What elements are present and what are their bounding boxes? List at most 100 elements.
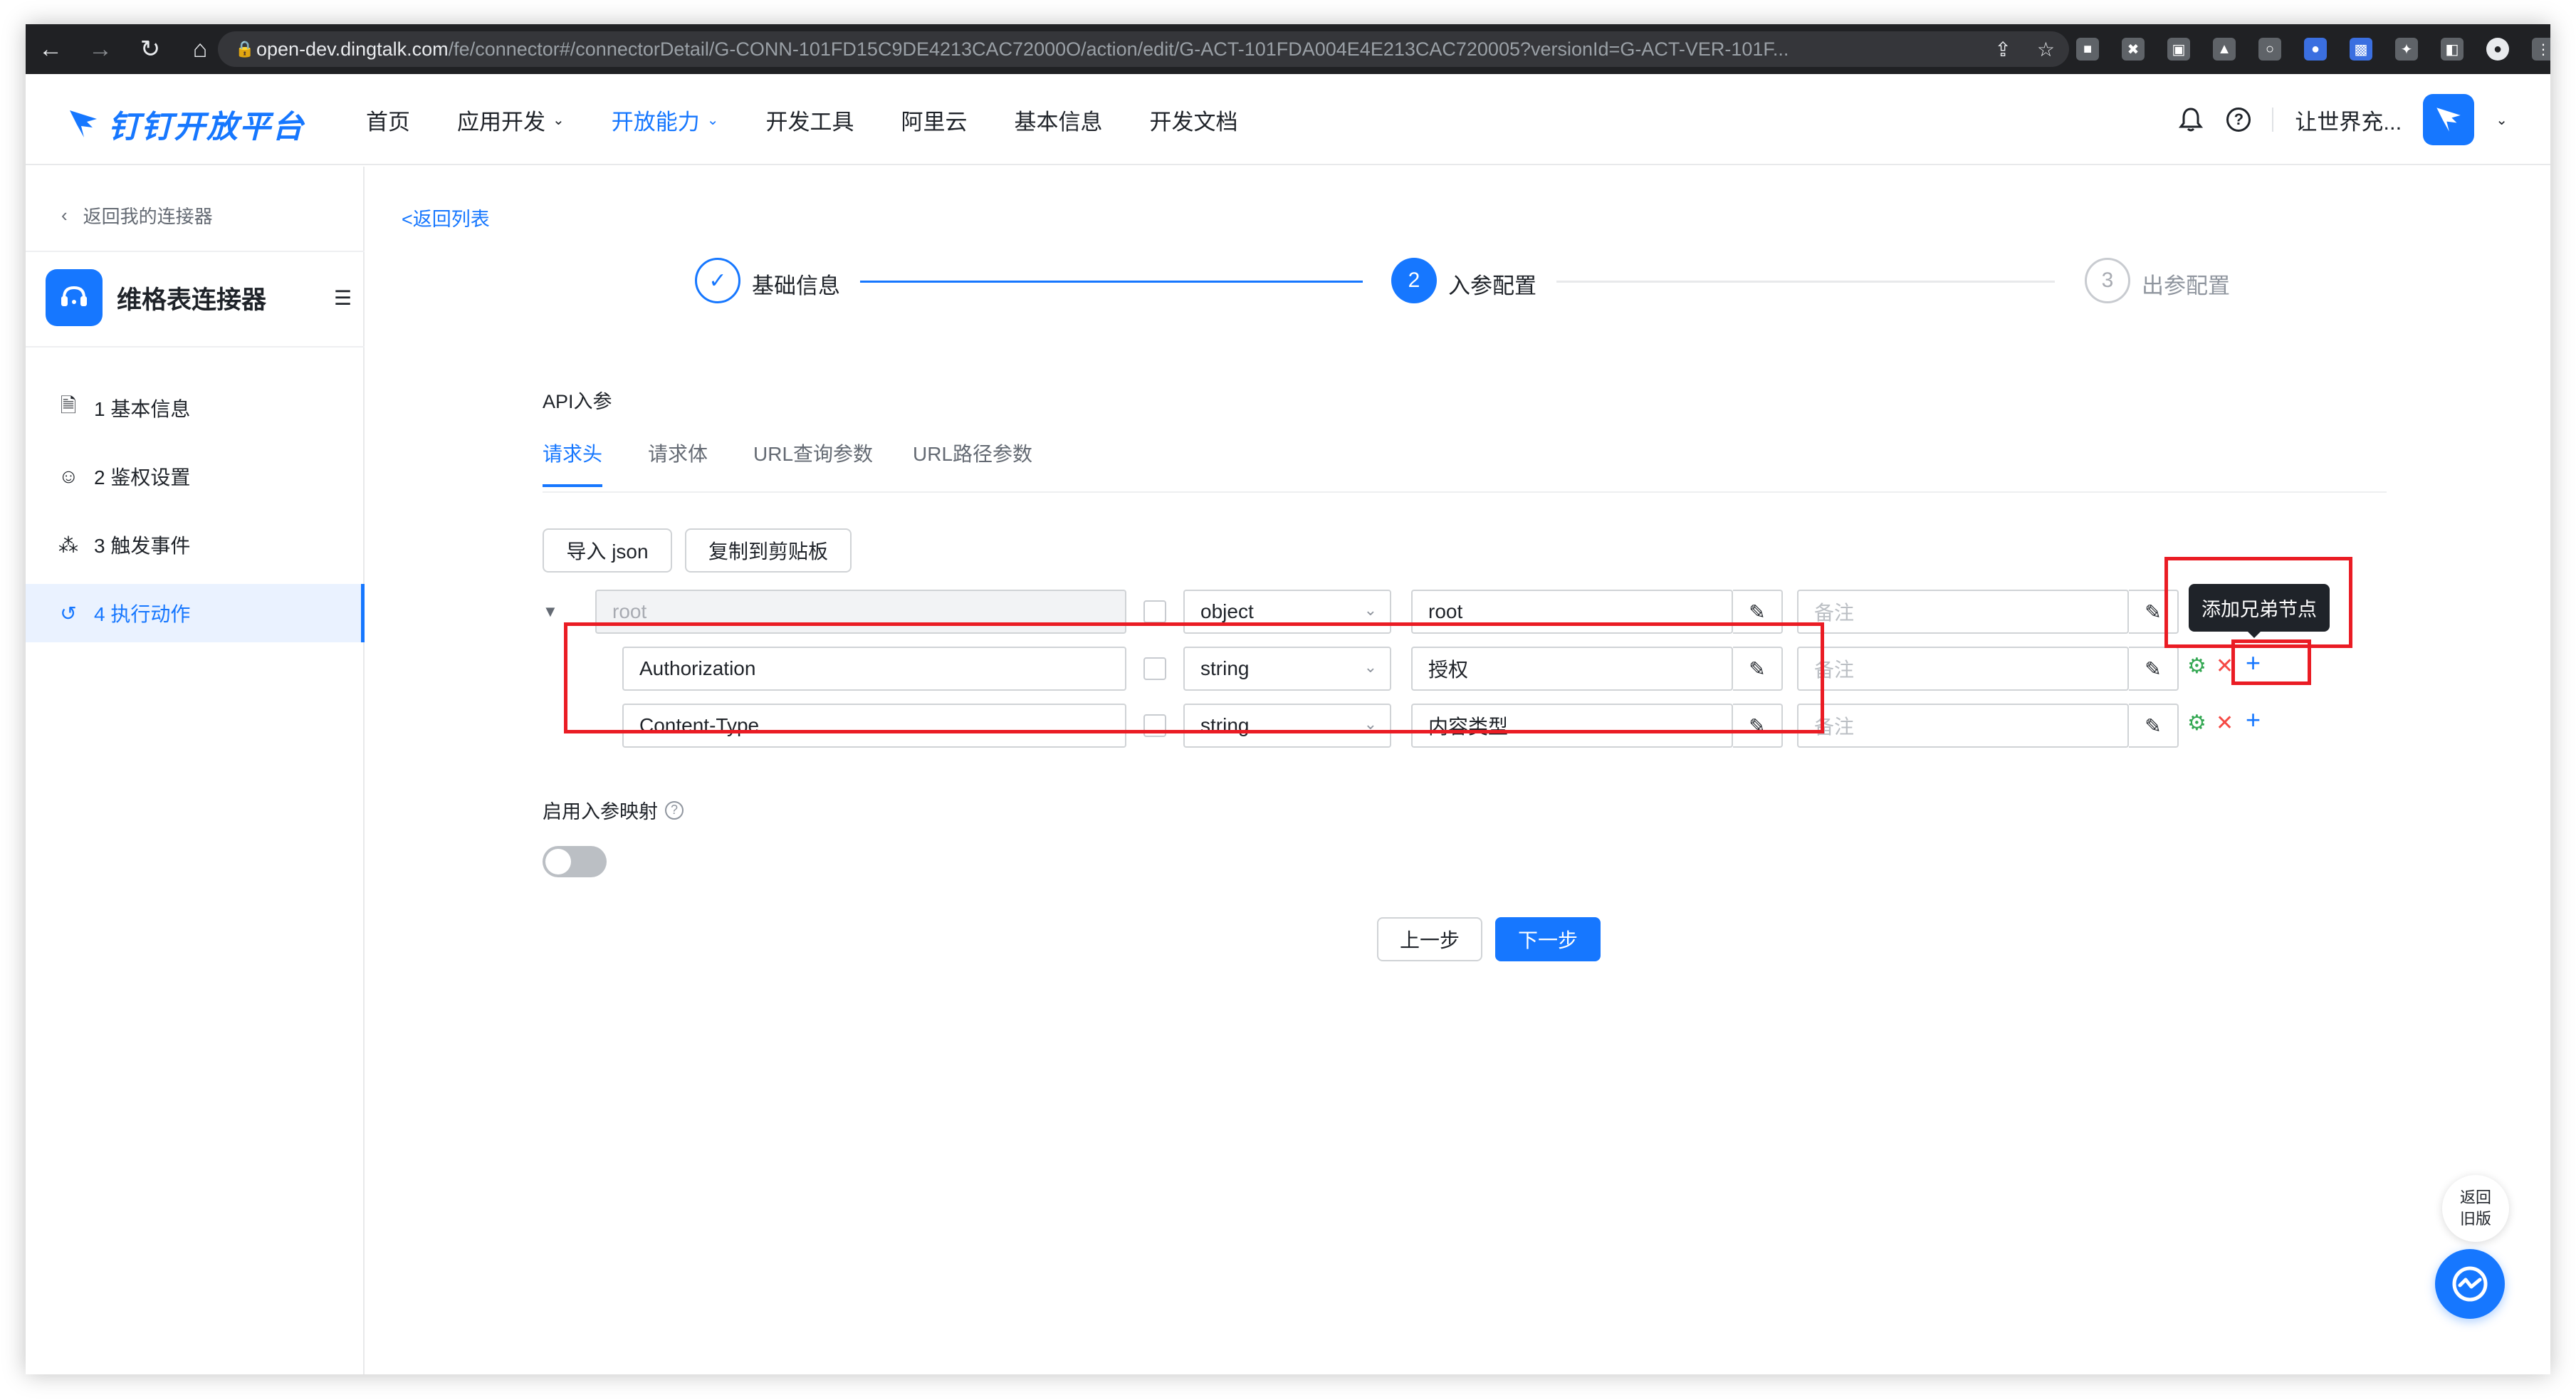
extension-icon[interactable]: ■	[2076, 38, 2099, 61]
sidebar-item-label: 4 执行动作	[94, 603, 191, 625]
flow-icon: ↺	[60, 602, 77, 625]
nav-app-dev[interactable]: 应用开发 ⌄	[457, 104, 565, 136]
back-arrow-icon[interactable]: ←	[26, 24, 75, 74]
annotation-box	[2164, 557, 2352, 648]
nav-label: 阿里云	[901, 109, 968, 135]
gear-icon[interactable]: ⚙	[2187, 711, 2206, 736]
annotation-box	[564, 622, 1824, 733]
nav-home[interactable]: 首页	[366, 104, 410, 136]
extension-icon[interactable]: ✖	[2122, 38, 2145, 61]
user-name[interactable]: 让世界充...	[2295, 104, 2402, 136]
connector-icon	[46, 269, 103, 326]
remark-field[interactable]: 备注	[1797, 704, 2129, 748]
required-checkbox[interactable]	[1143, 600, 1166, 623]
extension-icon[interactable]: ▲	[2213, 38, 2236, 61]
bell-icon[interactable]	[2177, 105, 2205, 134]
document-icon: 🗎	[60, 395, 77, 417]
sidebar-item-action[interactable]: ↺ 4 执行动作	[26, 584, 365, 642]
step-connector	[1556, 281, 2055, 283]
copy-clipboard-button[interactable]: 复制到剪贴板	[685, 528, 852, 573]
mapping-toggle[interactable]	[543, 846, 607, 877]
sidebar-item-label: 3 触发事件	[94, 535, 191, 557]
type-value: object	[1200, 600, 1254, 622]
app-window: ← → ↻ ⌂ 🔒 open-dev.dingtalk.com /fe/conn…	[26, 24, 2550, 1374]
url-host: open-dev.dingtalk.com	[256, 38, 449, 60]
nav-dev-docs[interactable]: 开发文档	[1150, 104, 1238, 136]
extension-icon[interactable]: ▩	[2350, 38, 2372, 61]
back-to-old-version-button[interactable]: 返回 旧版	[2442, 1175, 2509, 1242]
stepper: ✓ 基础信息 2 入参配置 3 出参配置	[695, 255, 2261, 308]
step-number: 2	[1391, 258, 1437, 303]
edit-pencil-icon[interactable]: ✎	[2129, 647, 2179, 691]
sidebar-item-trigger[interactable]: ⁂ 3 触发事件	[26, 516, 365, 574]
nav-label: 基本信息	[1014, 109, 1103, 135]
tab-url-path[interactable]: URL路径参数	[913, 439, 1032, 484]
param-tabs: 请求头 请求体 URL查询参数 URL路径参数	[543, 439, 2387, 493]
nav-open-capability[interactable]: 开放能力 ⌄	[612, 104, 719, 136]
step-number: 3	[2085, 258, 2130, 303]
reload-icon[interactable]: ↻	[125, 24, 175, 74]
puzzle-icon[interactable]: ✦	[2395, 38, 2418, 61]
forward-arrow-icon[interactable]: →	[75, 24, 125, 74]
extension-icon[interactable]: ○	[2258, 38, 2281, 61]
section-title: API入参	[543, 391, 612, 412]
float-back-label: 返回 旧版	[2459, 1189, 2491, 1228]
gear-icon[interactable]: ⚙	[2187, 654, 2206, 679]
dingtalk-logo-icon	[70, 110, 97, 137]
back-to-connectors-link[interactable]: ‹ 返回我的连接器	[61, 202, 213, 229]
help-icon[interactable]: ?	[2226, 108, 2251, 132]
address-bar[interactable]: 🔒 open-dev.dingtalk.com /fe/connector#/c…	[218, 31, 2069, 67]
more-menu-icon[interactable]: ⋮	[2532, 38, 2550, 61]
trigger-icon: ⁂	[58, 533, 78, 556]
logo-text: 钉钉开放平台	[108, 110, 305, 145]
tab-url-query[interactable]: URL查询参数	[753, 439, 873, 484]
mapping-label-text: 启用入参映射	[543, 801, 658, 822]
menu-collapse-icon[interactable]: ☰	[334, 286, 352, 310]
chat-assistant-button[interactable]	[2435, 1249, 2505, 1319]
nav-label: 开放能力	[611, 109, 700, 135]
divider	[26, 346, 365, 348]
avatar[interactable]	[2423, 94, 2475, 145]
browser-toolbar: ← → ↻ ⌂ 🔒 open-dev.dingtalk.com /fe/conn…	[26, 24, 2550, 74]
tab-request-body[interactable]: 请求体	[648, 439, 708, 484]
back-label: 返回我的连接器	[83, 206, 213, 227]
sidebar-item-label: 2 鉴权设置	[94, 466, 191, 489]
profile-icon[interactable]: ●	[2486, 38, 2509, 61]
edit-pencil-icon[interactable]: ✎	[2129, 704, 2179, 748]
share-icon[interactable]: ⇪	[1994, 38, 2011, 61]
nav-label: 开发工具	[765, 109, 854, 135]
back-to-list-link[interactable]: <返回列表	[402, 204, 490, 231]
nav-dev-tools[interactable]: 开发工具	[766, 104, 854, 136]
tab-request-header[interactable]: 请求头	[543, 439, 603, 487]
add-sibling-plus-icon[interactable]: +	[2246, 705, 2261, 735]
nav-aliyun[interactable]: 阿里云	[901, 104, 968, 136]
chevron-down-icon[interactable]: ⌄	[2496, 111, 2508, 129]
sidebar-item-auth[interactable]: ☺ 2 鉴权设置	[26, 447, 365, 506]
sidepanel-icon[interactable]: ◧	[2441, 38, 2464, 61]
nav-label: 应用开发	[457, 109, 545, 135]
extension-icon[interactable]: ●	[2304, 38, 2327, 61]
import-json-button[interactable]: 导入 json	[543, 528, 672, 573]
prev-step-button[interactable]: 上一步	[1377, 917, 1482, 961]
divider	[26, 251, 365, 252]
main-content: <返回列表 ✓ 基础信息 2 入参配置 3 出参配置 API入参 请求头 请求体…	[366, 167, 2550, 1374]
dingtalk-logo-icon	[2436, 108, 2461, 132]
logo[interactable]: 钉钉开放平台	[66, 101, 305, 147]
lock-icon: 🔒	[235, 40, 255, 58]
remark-field[interactable]: 备注	[1797, 647, 2129, 691]
caret-down-icon[interactable]: ▼	[543, 602, 558, 621]
sidebar: ‹ 返回我的连接器 维格表连接器 ☰ 🗎 1 基本信息 ☺ 2 鉴权设置 ⁂ 3…	[26, 167, 365, 1374]
extension-icon[interactable]: ▣	[2167, 38, 2190, 61]
remark-field[interactable]: 备注	[1797, 590, 2129, 634]
connector-name: 维格表连接器	[117, 286, 267, 314]
sidebar-item-basic-info[interactable]: 🗎 1 基本信息	[26, 379, 365, 437]
nav-basic-info[interactable]: 基本信息	[1015, 104, 1103, 136]
nav-label: 开发文档	[1149, 109, 1238, 135]
bookmark-star-icon[interactable]: ☆	[2037, 38, 2055, 61]
delete-x-icon[interactable]: ✕	[2216, 711, 2234, 736]
question-icon[interactable]: ?	[665, 800, 684, 820]
chevron-left-icon: ‹	[61, 204, 68, 226]
user-key-icon: ☺	[58, 465, 79, 487]
step-label: 基础信息	[752, 273, 840, 298]
next-step-button[interactable]: 下一步	[1495, 917, 1601, 961]
